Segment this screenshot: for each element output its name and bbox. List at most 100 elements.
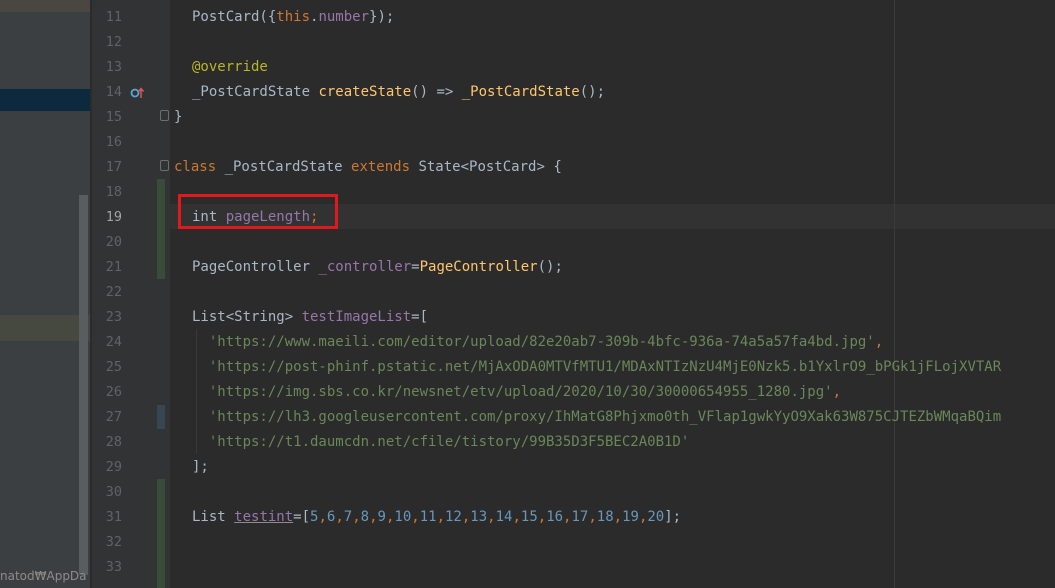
- project-tree-top-row: [0, 0, 90, 12]
- project-tree-highlighted-item[interactable]: [0, 315, 90, 341]
- code-token: List<String>: [192, 309, 302, 325]
- code-token: extends: [351, 159, 419, 175]
- code-token: ();: [579, 84, 606, 100]
- code-line[interactable]: PageController _controller=PageControlle…: [192, 255, 563, 280]
- fold-end-icon[interactable]: [160, 110, 169, 121]
- line-number[interactable]: 33: [92, 555, 122, 580]
- code-token: ,: [352, 509, 361, 525]
- code-token: ,: [537, 509, 547, 525]
- code-line[interactable]: List testint=[5,6,7,8,9,10,11,12,13,14,1…: [192, 505, 681, 530]
- code-token: 12: [445, 509, 462, 525]
- line-number[interactable]: 14: [92, 80, 122, 105]
- code-line[interactable]: 'https://img.sbs.co.kr/newsnet/etv/uploa…: [192, 380, 841, 405]
- code-token: ,: [335, 509, 344, 525]
- code-token: createState: [318, 84, 412, 100]
- code-token: 'https://lh3.googleusercontent.com/proxy…: [192, 409, 1002, 425]
- code-line[interactable]: PostCard({this.number});: [192, 5, 394, 30]
- line-number[interactable]: 15: [92, 105, 122, 130]
- code-line[interactable]: List<String> testImageList=[: [192, 305, 428, 330]
- code-line[interactable]: }: [174, 105, 182, 130]
- code-line[interactable]: ];: [192, 455, 209, 480]
- code-token: ,: [588, 509, 597, 525]
- line-number[interactable]: 13: [92, 55, 122, 80]
- right-margin-guide: [894, 0, 895, 588]
- code-token: number: [318, 9, 370, 25]
- code-token: ,: [874, 334, 884, 350]
- code-token: 17: [571, 509, 589, 525]
- project-tree-selected-item[interactable]: [0, 89, 90, 111]
- line-number[interactable]: 20: [92, 230, 122, 255]
- code-token: 7: [343, 509, 353, 525]
- code-token: 15: [520, 509, 538, 525]
- line-number[interactable]: 28: [92, 430, 122, 455]
- code-token: _PostCardState: [224, 159, 352, 175]
- project-path-text: natod₩AppDa: [0, 569, 87, 583]
- override-icon[interactable]: [130, 86, 145, 103]
- line-number[interactable]: 25: [92, 355, 122, 380]
- code-line[interactable]: 'https://lh3.googleusercontent.com/proxy…: [192, 405, 1001, 430]
- code-token: ];: [192, 459, 209, 475]
- line-number[interactable]: 31: [92, 505, 122, 530]
- line-number[interactable]: 27: [92, 405, 122, 430]
- code-token: _controller: [318, 259, 412, 275]
- code-token: this: [276, 9, 311, 25]
- line-number[interactable]: 24: [92, 330, 122, 355]
- code-token: _PostCardState: [461, 84, 580, 100]
- code-token: 'https://post-phinf.pstatic.net/MjAxODA0…: [192, 359, 1002, 375]
- code-token: ();: [537, 259, 563, 275]
- code-token: class: [174, 159, 225, 175]
- line-number[interactable]: 12: [92, 30, 122, 55]
- code-token: 10: [394, 509, 412, 525]
- line-number[interactable]: 11: [92, 5, 122, 30]
- code-token: 18: [596, 509, 614, 525]
- line-number[interactable]: 32: [92, 530, 122, 555]
- vcs-modified-marker[interactable]: [157, 405, 165, 429]
- code-token: =: [411, 259, 420, 275]
- code-token: PostCard({: [192, 9, 277, 25]
- code-line[interactable]: class _PostCardState extends State<PostC…: [174, 155, 562, 180]
- line-number[interactable]: 30: [92, 480, 122, 505]
- code-token: ,: [613, 509, 623, 525]
- code-token: 14: [495, 509, 513, 525]
- code-token: 13: [470, 509, 488, 525]
- code-token: 'https://www.maeili.com/editor/upload/82…: [192, 334, 875, 350]
- code-line[interactable]: @override: [192, 55, 268, 80]
- line-number[interactable]: 23: [92, 305, 122, 330]
- code-token: testImageList: [301, 309, 412, 325]
- code-line[interactable]: _PostCardState createState() => _PostCar…: [192, 80, 605, 105]
- code-token: State<PostCard> {: [418, 159, 562, 175]
- code-token: _PostCardState: [192, 84, 319, 100]
- code-line[interactable]: 'https://t1.daumcdn.net/cfile/tistory/99…: [192, 430, 689, 455]
- code-token: 16: [546, 509, 564, 525]
- code-line[interactable]: 'https://www.maeili.com/editor/upload/82…: [192, 330, 883, 355]
- code-token: () =>: [411, 84, 462, 100]
- code-token: ,: [436, 509, 445, 525]
- code-token: 'https://t1.daumcdn.net/cfile/tistory/99…: [192, 434, 690, 450]
- code-token: @override: [192, 59, 268, 75]
- code-token: }: [174, 109, 183, 125]
- code-token: 20: [647, 509, 665, 525]
- vcs-change-marker[interactable]: [157, 179, 165, 279]
- line-number[interactable]: 16: [92, 130, 122, 155]
- code-token: 9: [377, 509, 386, 525]
- line-number[interactable]: 19: [92, 205, 122, 230]
- code-token: 8: [360, 509, 370, 525]
- code-token: ,: [318, 509, 327, 525]
- code-token: testint: [234, 509, 294, 525]
- project-tree-scrollbar[interactable]: [79, 195, 88, 575]
- code-token: =[: [293, 509, 311, 525]
- code-token: PageController: [192, 259, 319, 275]
- vcs-change-marker[interactable]: [157, 479, 165, 588]
- line-number[interactable]: 29: [92, 455, 122, 480]
- line-number[interactable]: 21: [92, 255, 122, 280]
- line-number[interactable]: 22: [92, 280, 122, 305]
- code-line[interactable]: 'https://post-phinf.pstatic.net/MjAxODA0…: [192, 355, 1001, 380]
- line-number[interactable]: 17: [92, 155, 122, 180]
- code-token: ,: [411, 509, 420, 525]
- line-number[interactable]: 26: [92, 380, 122, 405]
- code-token: PageController: [419, 259, 538, 275]
- fold-start-icon[interactable]: [160, 160, 169, 171]
- highlight-annotation-box: [178, 194, 338, 229]
- code-token: =[: [411, 309, 429, 325]
- line-number[interactable]: 18: [92, 180, 122, 205]
